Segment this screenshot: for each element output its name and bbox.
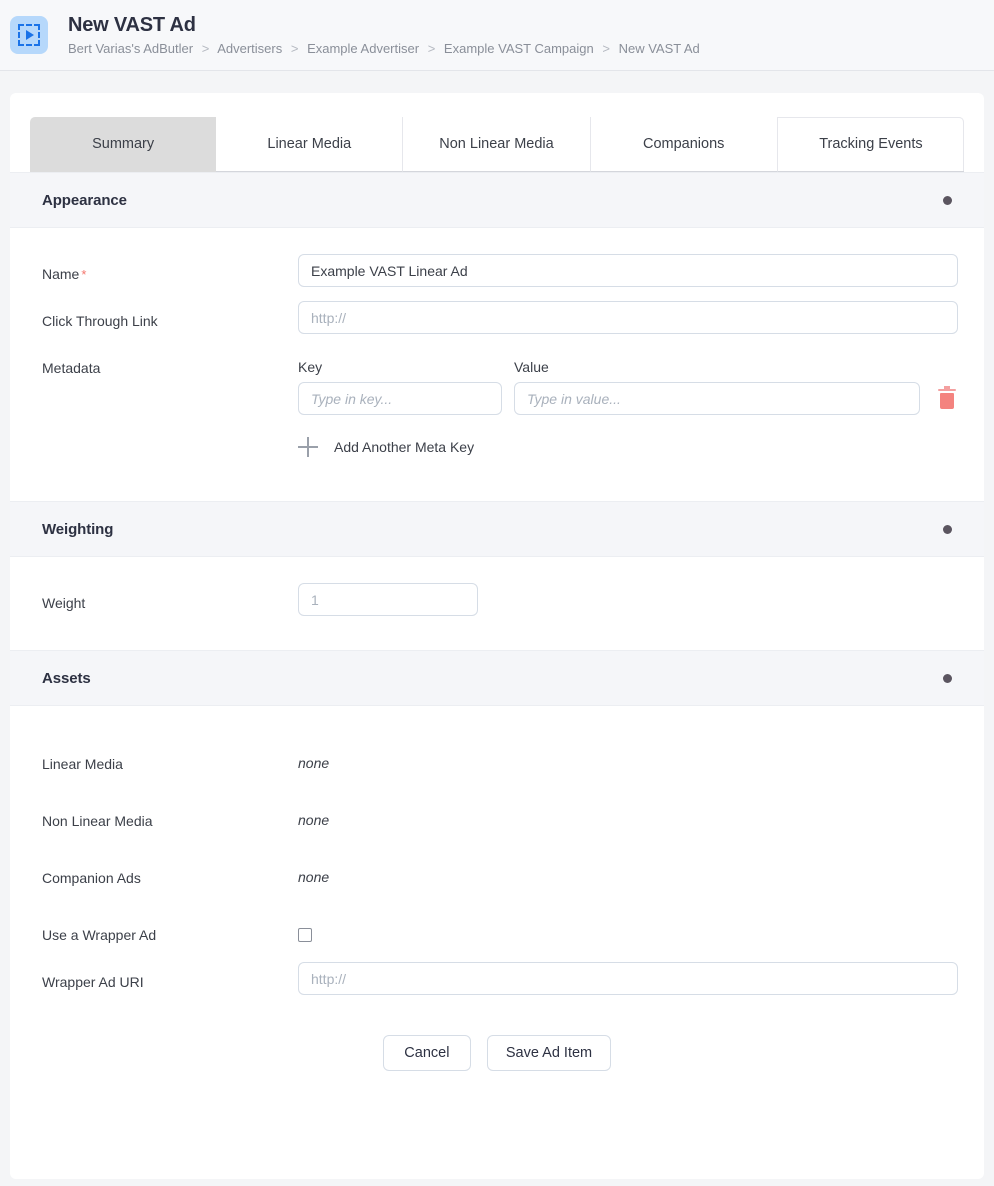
section-title-assets: Assets (42, 669, 91, 687)
breadcrumb-item-account[interactable]: Bert Varias's AdButler (68, 41, 193, 56)
value-non-linear-media: none (298, 812, 330, 828)
section-collapse-dot-icon[interactable] (943, 195, 952, 205)
section-collapse-dot-icon[interactable] (943, 673, 952, 683)
name-input[interactable] (298, 254, 958, 287)
tab-linear-media[interactable]: Linear Media (216, 117, 404, 172)
label-non-linear-media: Non Linear Media (42, 813, 153, 829)
breadcrumb-item-advertisers[interactable]: Advertisers (217, 41, 282, 56)
form-row-name: Name * (42, 254, 958, 287)
metadata-column-headers: Key Value (298, 348, 956, 375)
page-title: New VAST Ad (68, 14, 196, 36)
save-ad-item-button[interactable]: Save Ad Item (486, 1035, 612, 1071)
label-metadata: Metadata (42, 360, 101, 376)
asset-row-companion-ads: Companion Ads none (42, 858, 952, 887)
use-wrapper-ad-checkbox[interactable] (298, 928, 312, 942)
section-collapse-dot-icon[interactable] (943, 524, 952, 534)
main-card: Summary Linear Media Non Linear Media Co… (10, 93, 984, 1179)
required-marker: * (81, 267, 87, 282)
tab-non-linear-media[interactable]: Non Linear Media (403, 117, 591, 172)
add-another-meta-key-button[interactable]: Add Another Meta Key (298, 437, 474, 457)
form-actions: Cancel Save Ad Item (42, 995, 952, 1117)
value-companion-ads: none (298, 869, 330, 885)
form-row-weight: Weight (42, 583, 952, 616)
add-another-meta-key-label: Add Another Meta Key (334, 439, 475, 455)
tab-tracking-events[interactable]: Tracking Events (777, 117, 965, 172)
page-header: New VAST Ad Bert Varias's AdButler > Adv… (0, 0, 994, 71)
tab-summary[interactable]: Summary (30, 117, 217, 172)
section-title-weighting: Weighting (42, 520, 114, 538)
tab-bar: Summary Linear Media Non Linear Media Co… (10, 93, 984, 172)
metadata-row (298, 382, 956, 415)
click-through-link-input[interactable] (298, 301, 958, 334)
form-row-use-wrapper-ad: Use a Wrapper Ad (42, 915, 952, 944)
plus-icon (298, 437, 318, 457)
asset-row-non-linear-media: Non Linear Media none (42, 801, 952, 830)
breadcrumb: Bert Varias's AdButler > Advertisers > E… (68, 41, 700, 57)
wrapper-ad-uri-input[interactable] (298, 962, 958, 995)
breadcrumb-separator: > (201, 41, 210, 56)
metadata-key-input[interactable] (298, 382, 502, 415)
label-click-through-link: Click Through Link (42, 313, 158, 329)
cancel-button[interactable]: Cancel (382, 1035, 471, 1071)
section-title-appearance: Appearance (42, 191, 127, 209)
label-companion-ads: Companion Ads (42, 870, 141, 886)
tab-companions[interactable]: Companions (590, 117, 778, 172)
breadcrumb-separator: > (602, 41, 610, 56)
weight-input[interactable] (298, 583, 478, 616)
value-linear-media: none (298, 755, 330, 771)
metadata-value-header: Value (514, 359, 549, 375)
breadcrumb-separator: > (290, 41, 299, 56)
metadata-value-input[interactable] (514, 382, 920, 415)
section-body-appearance: Name* Click Through Link Metadata Key Va… (10, 228, 984, 501)
section-header-weighting: Weighting (10, 501, 984, 557)
label-name: Name * (42, 254, 298, 284)
vast-video-ad-icon (10, 16, 48, 54)
play-triangle-icon (26, 30, 34, 40)
form-row-click-through: Click Through Link (42, 301, 958, 334)
label-use-wrapper-ad: Use a Wrapper Ad (42, 927, 157, 943)
trash-lid (938, 388, 956, 391)
breadcrumb-separator: > (427, 41, 436, 56)
asset-row-linear-media: Linear Media none (42, 744, 952, 773)
form-row-wrapper-ad-uri: Wrapper Ad URI (42, 962, 958, 995)
label-weight: Weight (42, 595, 86, 611)
trash-icon[interactable] (938, 385, 956, 409)
label-wrapper-ad-uri: Wrapper Ad URI (42, 974, 144, 990)
metadata-key-header: Key (298, 359, 323, 375)
section-header-appearance: Appearance (10, 172, 984, 228)
breadcrumb-item-current: New VAST Ad (618, 41, 700, 56)
label-name-text: Name (42, 266, 80, 282)
breadcrumb-item-campaign[interactable]: Example VAST Campaign (444, 41, 594, 56)
breadcrumb-item-advertiser[interactable]: Example Advertiser (307, 41, 419, 56)
trash-body (940, 392, 954, 409)
section-body-weighting: Weight (10, 557, 984, 650)
section-body-assets: Linear Media none Non Linear Media none … (10, 706, 984, 1117)
section-header-assets: Assets (10, 650, 984, 706)
label-linear-media: Linear Media (42, 756, 123, 772)
form-row-metadata: Metadata Key Value Type in key... Type i… (42, 348, 956, 457)
dashed-frame-icon (18, 24, 40, 46)
